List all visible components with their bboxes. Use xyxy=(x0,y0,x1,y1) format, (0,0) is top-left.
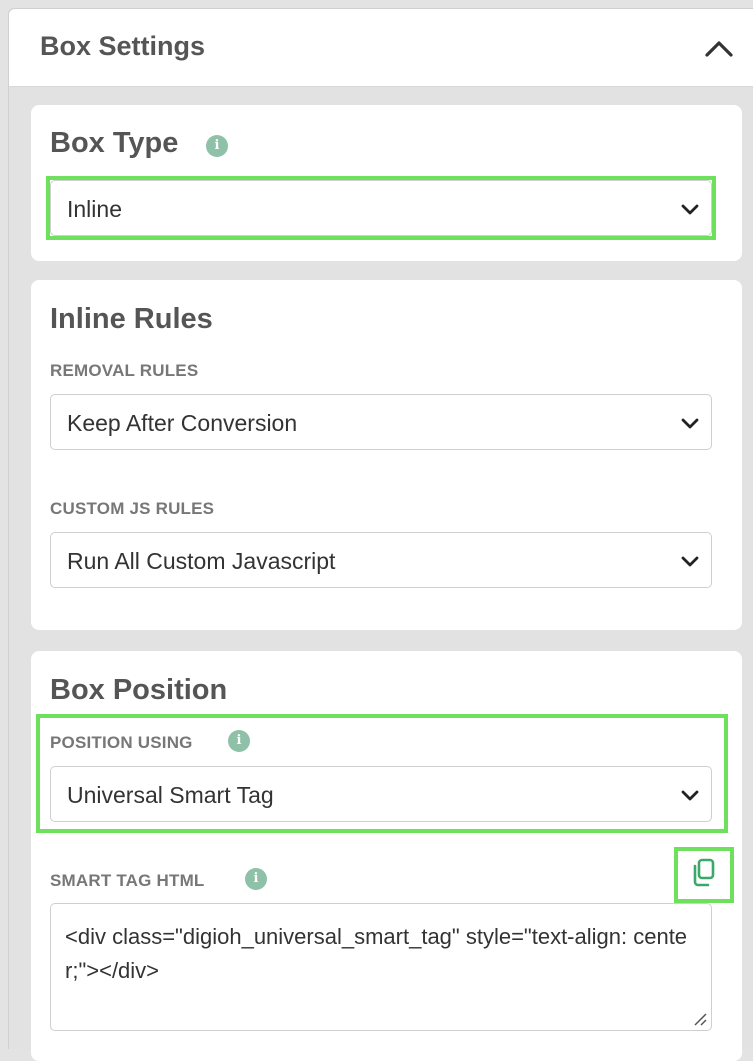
chevron-down-icon xyxy=(681,418,699,429)
box-settings-panel: Box Settings Box Type i Inline Inline Ru… xyxy=(8,8,753,1061)
inline-rules-card: Inline Rules REMOVAL RULES Keep After Co… xyxy=(31,280,742,630)
copy-button[interactable] xyxy=(674,847,734,903)
copy-icon xyxy=(693,858,715,887)
chevron-down-icon xyxy=(681,790,699,801)
panel-title: Box Settings xyxy=(40,31,206,61)
smart-tag-html-text: <div class="digioh_universal_smart_tag" … xyxy=(65,924,688,983)
position-using-select[interactable]: Universal Smart Tag xyxy=(50,766,712,822)
custom-js-rules-select[interactable]: Run All Custom Javascript xyxy=(50,532,712,588)
position-using-value: Universal Smart Tag xyxy=(67,782,274,808)
removal-rules-label: REMOVAL RULES xyxy=(50,361,199,380)
custom-js-rules-value: Run All Custom Javascript xyxy=(67,548,336,574)
chevron-down-icon xyxy=(681,556,699,567)
removal-rules-select[interactable]: Keep After Conversion xyxy=(50,394,712,450)
custom-js-rules-label: CUSTOM JS RULES xyxy=(50,499,215,518)
inline-rules-title: Inline Rules xyxy=(50,303,213,335)
resize-handle-icon[interactable] xyxy=(692,1011,708,1027)
box-type-card: Box Type i Inline xyxy=(31,105,742,261)
smart-tag-html-label: SMART TAG HTML xyxy=(50,871,205,890)
box-type-select[interactable]: Inline xyxy=(50,180,712,236)
removal-rules-value: Keep After Conversion xyxy=(67,410,298,436)
smart-tag-info-icon[interactable]: i xyxy=(245,868,267,890)
box-position-title: Box Position xyxy=(50,674,228,706)
box-type-info-icon[interactable]: i xyxy=(206,135,228,157)
box-type-select-value: Inline xyxy=(67,196,122,222)
chevron-down-icon xyxy=(681,204,699,215)
position-using-label: POSITION USING xyxy=(50,733,193,752)
box-position-card: Box Position POSITION USING i Universal … xyxy=(31,651,742,1061)
chevron-up-icon xyxy=(705,41,733,57)
panel-header[interactable]: Box Settings xyxy=(9,9,753,87)
collapse-button[interactable] xyxy=(699,31,739,65)
box-type-title: Box Type xyxy=(50,127,179,159)
smart-tag-html-textarea[interactable]: <div class="digioh_universal_smart_tag" … xyxy=(50,903,712,1031)
position-using-info-icon[interactable]: i xyxy=(228,730,250,752)
